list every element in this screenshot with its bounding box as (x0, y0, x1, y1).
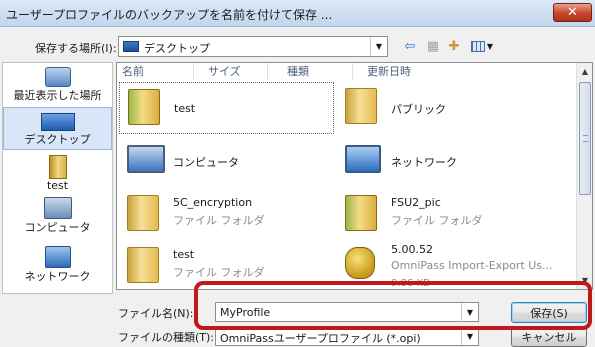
recent-places-icon (44, 67, 71, 87)
grip-icon (583, 135, 588, 142)
column-header-type[interactable]: 種類 (282, 63, 309, 80)
item-name: コンピュータ (173, 156, 239, 169)
nav-item-desktop[interactable]: デスクトップ (3, 107, 112, 150)
list-item[interactable]: パブリック (337, 82, 552, 134)
scroll-up-icon[interactable]: ▲ (577, 63, 592, 80)
keys-icon (345, 247, 375, 279)
folder-icon (48, 155, 67, 179)
folder-icon (345, 195, 377, 231)
network-icon (345, 145, 381, 173)
item-name: 5.00.52 (391, 243, 433, 256)
list-item[interactable]: コンピュータ (119, 135, 334, 187)
desktop-icon (123, 41, 139, 52)
back-button[interactable]: ⇦ (400, 36, 420, 57)
file-name-label: ファイル名(N): (118, 307, 194, 320)
folder-icon (127, 195, 159, 231)
cancel-button-label: キャンセル (521, 330, 577, 344)
folder-icon (128, 89, 160, 125)
close-icon: ✕ (567, 5, 578, 20)
item-name: test (173, 248, 195, 261)
window-title: ユーザープロファイルのバックアップを名前を付けて保存 ... (6, 8, 333, 22)
desktop-icon (40, 113, 75, 131)
close-button[interactable]: ✕ (553, 3, 592, 22)
up-folder-icon: ▦ (426, 39, 440, 54)
annotation-highlight (194, 281, 592, 330)
column-divider (193, 63, 194, 80)
column-divider (352, 63, 353, 80)
item-type: ファイル フォルダ (391, 214, 483, 227)
item-name: FSU2_pic (391, 196, 441, 209)
nav-item-test[interactable]: test (3, 155, 112, 192)
chevron-down-icon[interactable]: ▼ (370, 37, 387, 56)
up-folder-button[interactable]: ▦ (423, 36, 443, 57)
item-type: OmniPass Import-Export Us... (391, 259, 553, 272)
nav-item-label: test (46, 179, 69, 192)
list-item[interactable]: FSU2_pic ファイル フォルダ (337, 189, 552, 241)
chevron-down-icon: ▼ (486, 42, 494, 51)
nav-item-label: コンピュータ (24, 221, 91, 234)
file-type-label: ファイルの種類(T): (118, 331, 215, 344)
folder-icon (345, 88, 377, 124)
item-name: パブリック (391, 103, 446, 116)
nav-item-label: デスクトップ (24, 133, 91, 146)
list-item[interactable]: test (119, 82, 334, 134)
column-header-modified[interactable]: 更新日時 (362, 63, 411, 80)
nav-item-recent-places[interactable]: 最近表示した場所 (3, 67, 112, 103)
vertical-scrollbar[interactable]: ▲ ▼ (576, 63, 592, 289)
computer-icon (43, 197, 72, 219)
file-type-value: OmniPassユーザープロファイル (*.opi) (220, 332, 421, 345)
save-in-label: 保存する場所(I): (35, 42, 117, 55)
scroll-thumb[interactable] (579, 82, 591, 195)
item-type: ファイル フォルダ (173, 214, 265, 227)
nav-item-label: ネットワーク (24, 270, 91, 283)
new-folder-button[interactable]: ✚ (444, 36, 464, 57)
save-in-value: デスクトップ (144, 42, 210, 55)
item-name: 5C_encryption (173, 196, 253, 209)
save-in-dropdown[interactable]: デスクトップ ▼ (118, 36, 388, 57)
views-button[interactable]: ▼ (465, 36, 499, 57)
computer-icon (127, 145, 165, 173)
column-header-name[interactable]: 名前 (117, 63, 144, 80)
network-icon (44, 246, 71, 268)
title-bar: ユーザープロファイルのバックアップを名前を付けて保存 ... ✕ (0, 0, 595, 27)
nav-item-computer[interactable]: コンピュータ (3, 197, 112, 235)
item-type: ファイル フォルダ (173, 266, 265, 279)
list-item[interactable]: 5C_encryption ファイル フォルダ (119, 189, 334, 241)
list-item[interactable]: ネットワーク (337, 135, 552, 187)
file-list[interactable]: 名前 サイズ 種類 更新日時 test パブリック コンピュータ ネットワーク … (116, 62, 593, 290)
nav-item-label: 最近表示した場所 (13, 89, 102, 102)
nav-item-network[interactable]: ネットワーク (3, 246, 112, 284)
column-divider (267, 63, 268, 80)
views-icon (470, 41, 485, 52)
item-name: test (174, 102, 196, 115)
new-folder-icon: ✚ (448, 39, 460, 54)
column-header-size[interactable]: サイズ (203, 63, 241, 80)
places-bar: 最近表示した場所 デスクトップ test コンピュータ ネットワーク (2, 62, 113, 294)
folder-icon (127, 247, 159, 283)
back-arrow-icon: ⇦ (404, 39, 416, 54)
item-name: ネットワーク (391, 156, 457, 169)
